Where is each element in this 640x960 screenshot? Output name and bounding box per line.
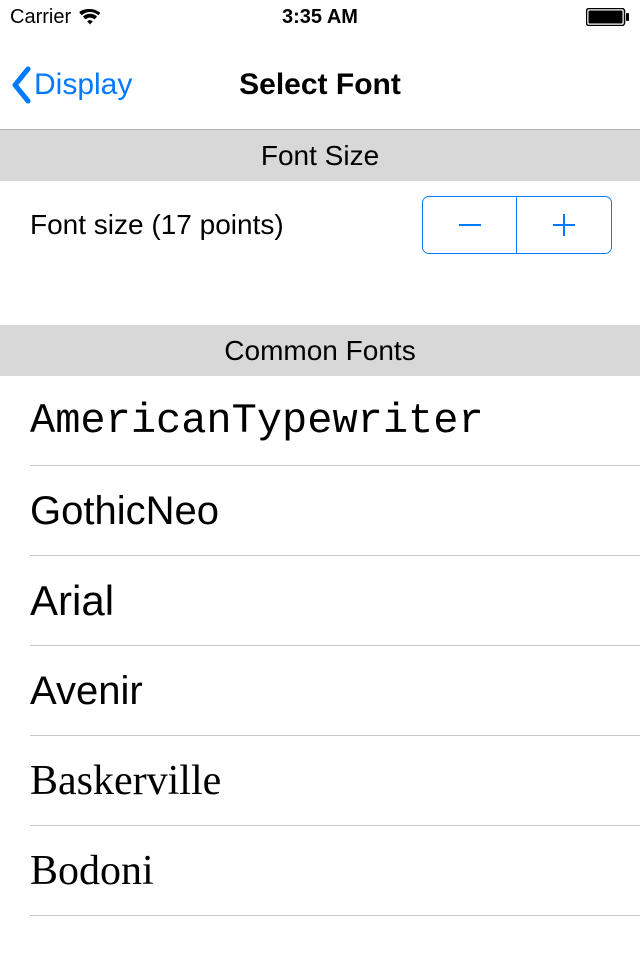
stepper-increment[interactable] <box>517 197 611 253</box>
back-button[interactable]: Display <box>0 66 132 104</box>
font-label: Arial <box>30 577 114 625</box>
chevron-left-icon <box>10 66 32 104</box>
font-row-baskerville[interactable]: Baskerville <box>0 736 640 826</box>
wifi-icon <box>79 9 101 25</box>
font-size-row: Font size (17 points) <box>0 181 640 269</box>
battery-icon <box>586 8 630 26</box>
nav-bar: Display Select Font <box>0 34 640 130</box>
section-header-font-size: Font Size <box>0 130 640 181</box>
minus-icon <box>455 210 485 240</box>
font-label: GothicNeo <box>30 489 219 534</box>
plus-icon <box>549 210 579 240</box>
font-row-american-typewriter[interactable]: AmericanTypewriter <box>0 376 640 466</box>
page-title: Select Font <box>239 68 401 102</box>
font-list: AmericanTypewriter GothicNeo Arial Aveni… <box>0 376 640 916</box>
stepper-decrement[interactable] <box>423 197 517 253</box>
back-label: Display <box>34 68 132 102</box>
font-label: Baskerville <box>30 757 221 805</box>
font-label: Avenir <box>30 669 143 714</box>
font-size-stepper <box>422 196 612 254</box>
font-row-avenir[interactable]: Avenir <box>0 646 640 736</box>
status-bar: Carrier 3:35 AM <box>0 0 640 34</box>
section-header-common-fonts: Common Fonts <box>0 325 640 376</box>
font-size-label: Font size (17 points) <box>30 209 284 241</box>
font-label: Bodoni <box>30 847 154 895</box>
carrier-label: Carrier <box>10 6 71 29</box>
font-row-bodoni[interactable]: Bodoni <box>0 826 640 916</box>
font-row-gothic-neo[interactable]: GothicNeo <box>0 466 640 556</box>
font-row-arial[interactable]: Arial <box>0 556 640 646</box>
status-time: 3:35 AM <box>282 6 358 29</box>
font-label: AmericanTypewriter <box>30 397 484 445</box>
